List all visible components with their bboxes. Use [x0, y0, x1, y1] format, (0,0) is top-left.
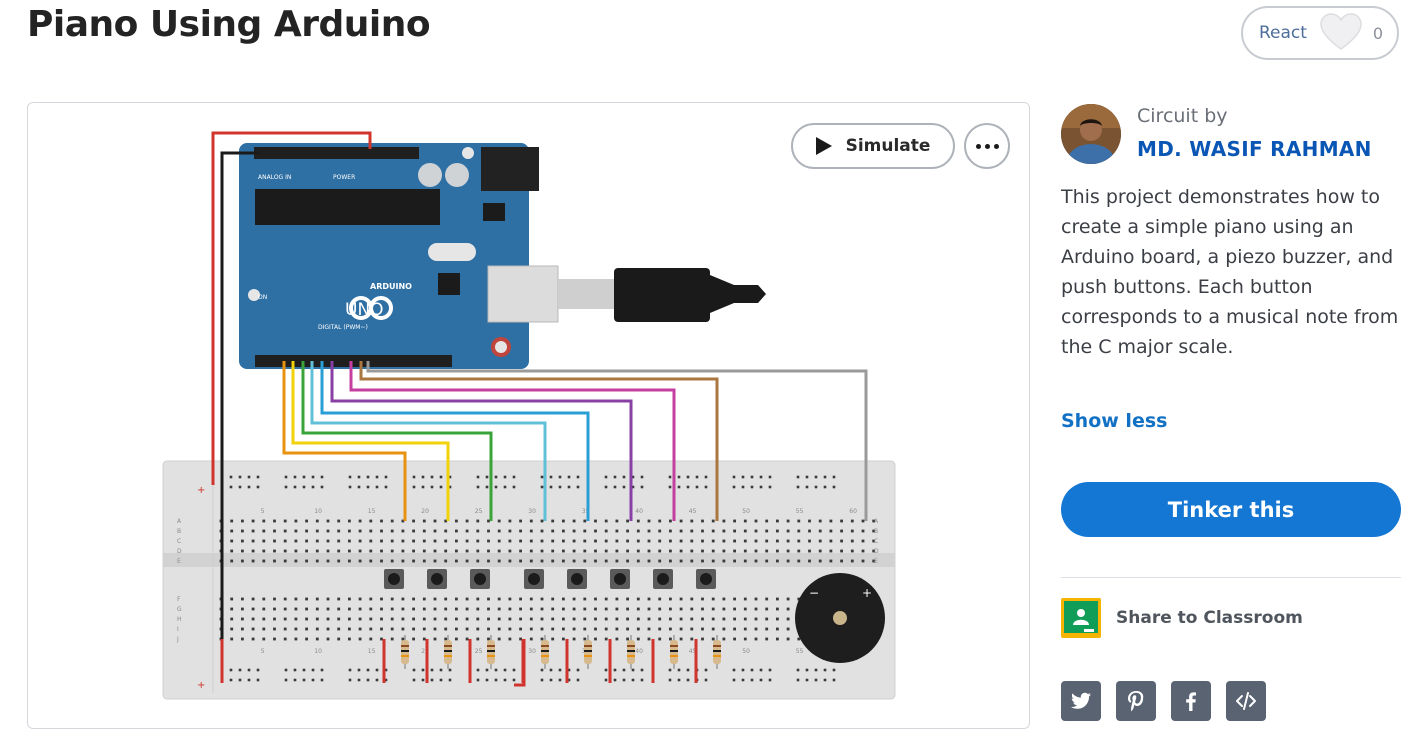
svg-text:C: C	[177, 538, 181, 545]
svg-text:+: +	[197, 485, 205, 496]
twitter-share-button[interactable]	[1061, 681, 1101, 721]
board-model-label: UNO	[345, 300, 384, 320]
svg-text:25: 25	[475, 508, 483, 515]
digital-label: DIGITAL (PWM~)	[318, 324, 368, 331]
svg-text:45: 45	[689, 508, 697, 515]
svg-text:E: E	[874, 558, 878, 565]
description: This project demonstrates how to create …	[1061, 186, 1399, 358]
page-title: Piano Using Arduino	[27, 4, 431, 45]
facebook-icon	[1186, 692, 1196, 711]
svg-text:F: F	[177, 596, 181, 603]
share-to-classroom-label: Share to Classroom	[1116, 608, 1303, 628]
share-to-classroom-button[interactable]: Share to Classroom	[1061, 598, 1303, 638]
embed-icon	[1236, 692, 1256, 710]
svg-text:30: 30	[528, 648, 536, 655]
svg-text:10: 10	[314, 508, 322, 515]
power-label: POWER	[333, 174, 355, 181]
svg-text:10: 10	[314, 648, 322, 655]
svg-text:5: 5	[261, 508, 265, 515]
pinterest-icon	[1128, 691, 1144, 712]
facebook-share-button[interactable]	[1171, 681, 1211, 721]
twitter-icon	[1071, 692, 1091, 709]
social-share-bar	[1061, 681, 1266, 721]
svg-text:25: 25	[475, 648, 483, 655]
divider	[1061, 577, 1401, 578]
svg-text:+: +	[862, 586, 872, 600]
analog-in-label: ANALOG IN	[258, 174, 291, 181]
play-icon	[815, 137, 832, 155]
react-label: React	[1259, 23, 1307, 43]
svg-text:40: 40	[635, 508, 643, 515]
author-name-link[interactable]: MD. WASIF RAHMAN	[1137, 137, 1372, 161]
svg-text:G: G	[177, 606, 182, 613]
usb-cable	[487, 265, 766, 323]
pinterest-share-button[interactable]	[1116, 681, 1156, 721]
svg-text:15: 15	[368, 508, 376, 515]
circuit-diagram: + + 551010151520202525303035354040454550…	[162, 131, 896, 700]
on-label: ON	[258, 294, 267, 301]
svg-text:H: H	[177, 616, 182, 623]
piezo-buzzer: − +	[795, 573, 885, 663]
svg-text:50: 50	[742, 648, 750, 655]
svg-text:−: −	[809, 586, 819, 600]
heart-icon	[1320, 13, 1362, 50]
show-less-link[interactable]: Show less	[1061, 410, 1167, 432]
svg-text:50: 50	[742, 508, 750, 515]
svg-text:J: J	[176, 636, 179, 643]
svg-text:55: 55	[796, 648, 804, 655]
more-dot-icon	[993, 143, 999, 149]
circuit-viewer[interactable]: + + 551010151520202525303035354040454550…	[27, 102, 1030, 729]
svg-text:B: B	[177, 528, 181, 535]
tinker-this-button[interactable]: Tinker this	[1061, 482, 1401, 537]
svg-text:15: 15	[368, 648, 376, 655]
simulate-button[interactable]: Simulate	[791, 123, 955, 169]
circuit-by-label: Circuit by	[1137, 105, 1228, 127]
svg-text:D: D	[177, 548, 182, 555]
svg-text:I: I	[177, 626, 179, 633]
simulate-label: Simulate	[845, 136, 931, 156]
svg-text:D: D	[874, 548, 879, 555]
svg-text:C: C	[874, 538, 878, 545]
more-dot-icon	[975, 143, 981, 149]
avatar-image	[1061, 104, 1121, 164]
more-dot-icon	[984, 143, 990, 149]
svg-text:55: 55	[796, 508, 804, 515]
svg-text:60: 60	[849, 508, 857, 515]
google-classroom-icon	[1061, 598, 1101, 638]
avatar[interactable]	[1061, 104, 1121, 164]
board-brand-label: ARDUINO	[370, 282, 412, 291]
svg-text:5: 5	[261, 648, 265, 655]
more-options-button[interactable]	[964, 123, 1010, 169]
svg-text:+: +	[197, 680, 205, 691]
embed-share-button[interactable]	[1226, 681, 1266, 721]
svg-text:40: 40	[635, 648, 643, 655]
react-button[interactable]: React 0	[1241, 6, 1399, 60]
arduino-board: UNO ARDUINO ANALOG IN POWER DIGITAL (PWM…	[239, 143, 539, 369]
react-count: 0	[1372, 23, 1383, 43]
svg-text:20: 20	[421, 508, 429, 515]
svg-text:E: E	[177, 558, 181, 565]
svg-text:B: B	[874, 528, 878, 535]
svg-text:30: 30	[528, 508, 536, 515]
